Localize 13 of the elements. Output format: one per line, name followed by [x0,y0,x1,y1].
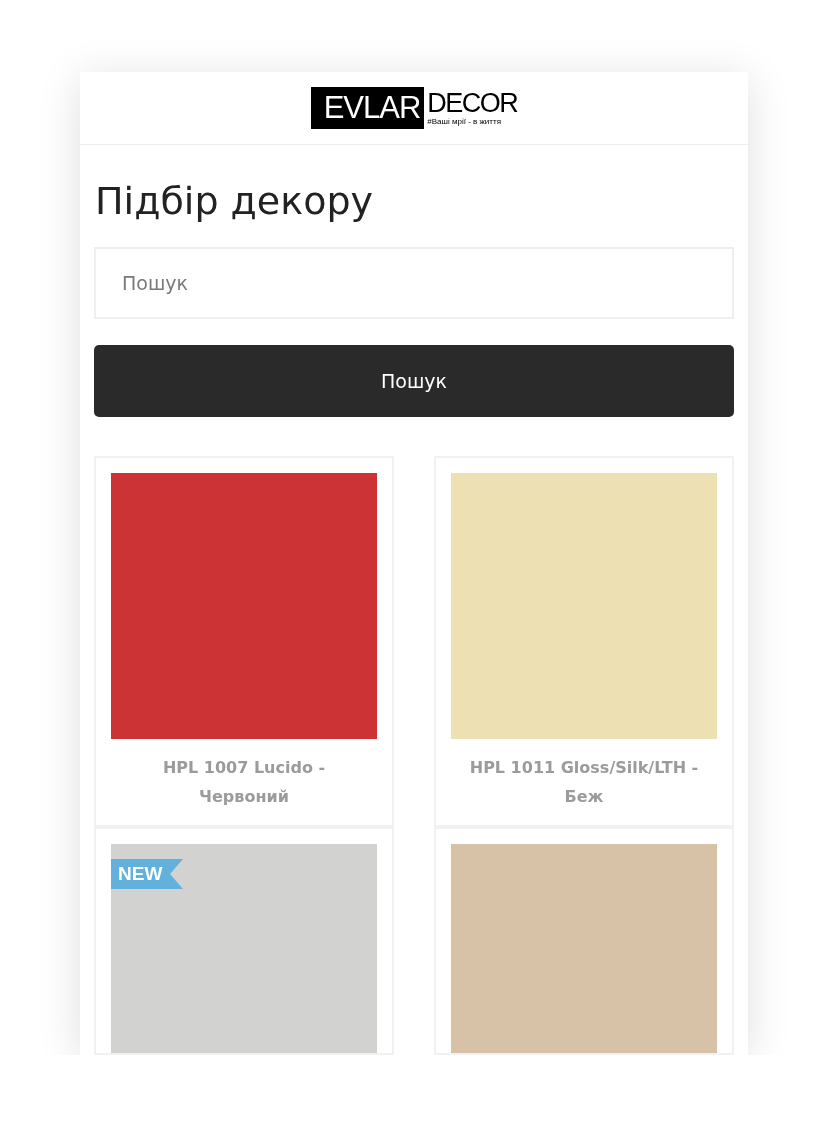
logo-tagline: #Ваші мрії - в життя [427,117,502,127]
product-card[interactable]: NEW [94,827,394,1055]
product-card[interactable] [434,827,734,1055]
product-name: HPL 1011 Gloss/Silk/LTH - Беж [468,757,700,808]
logo-mark: EVLAR [310,87,425,129]
product-name: HPL 1007 Lucido - Червоний [161,757,327,808]
product-card[interactable]: HPL 1011 Gloss/Silk/LTH - Беж [434,456,734,827]
page-title: Підбір декору [94,179,375,223]
search-button[interactable]: Пошук [94,345,734,417]
logo-wordmark: DECOR [427,89,518,117]
new-ribbon: NEW [111,859,183,889]
product-card[interactable]: HPL 1007 Lucido - Червоний [94,456,394,827]
search-field[interactable]: Пошук [94,247,734,319]
